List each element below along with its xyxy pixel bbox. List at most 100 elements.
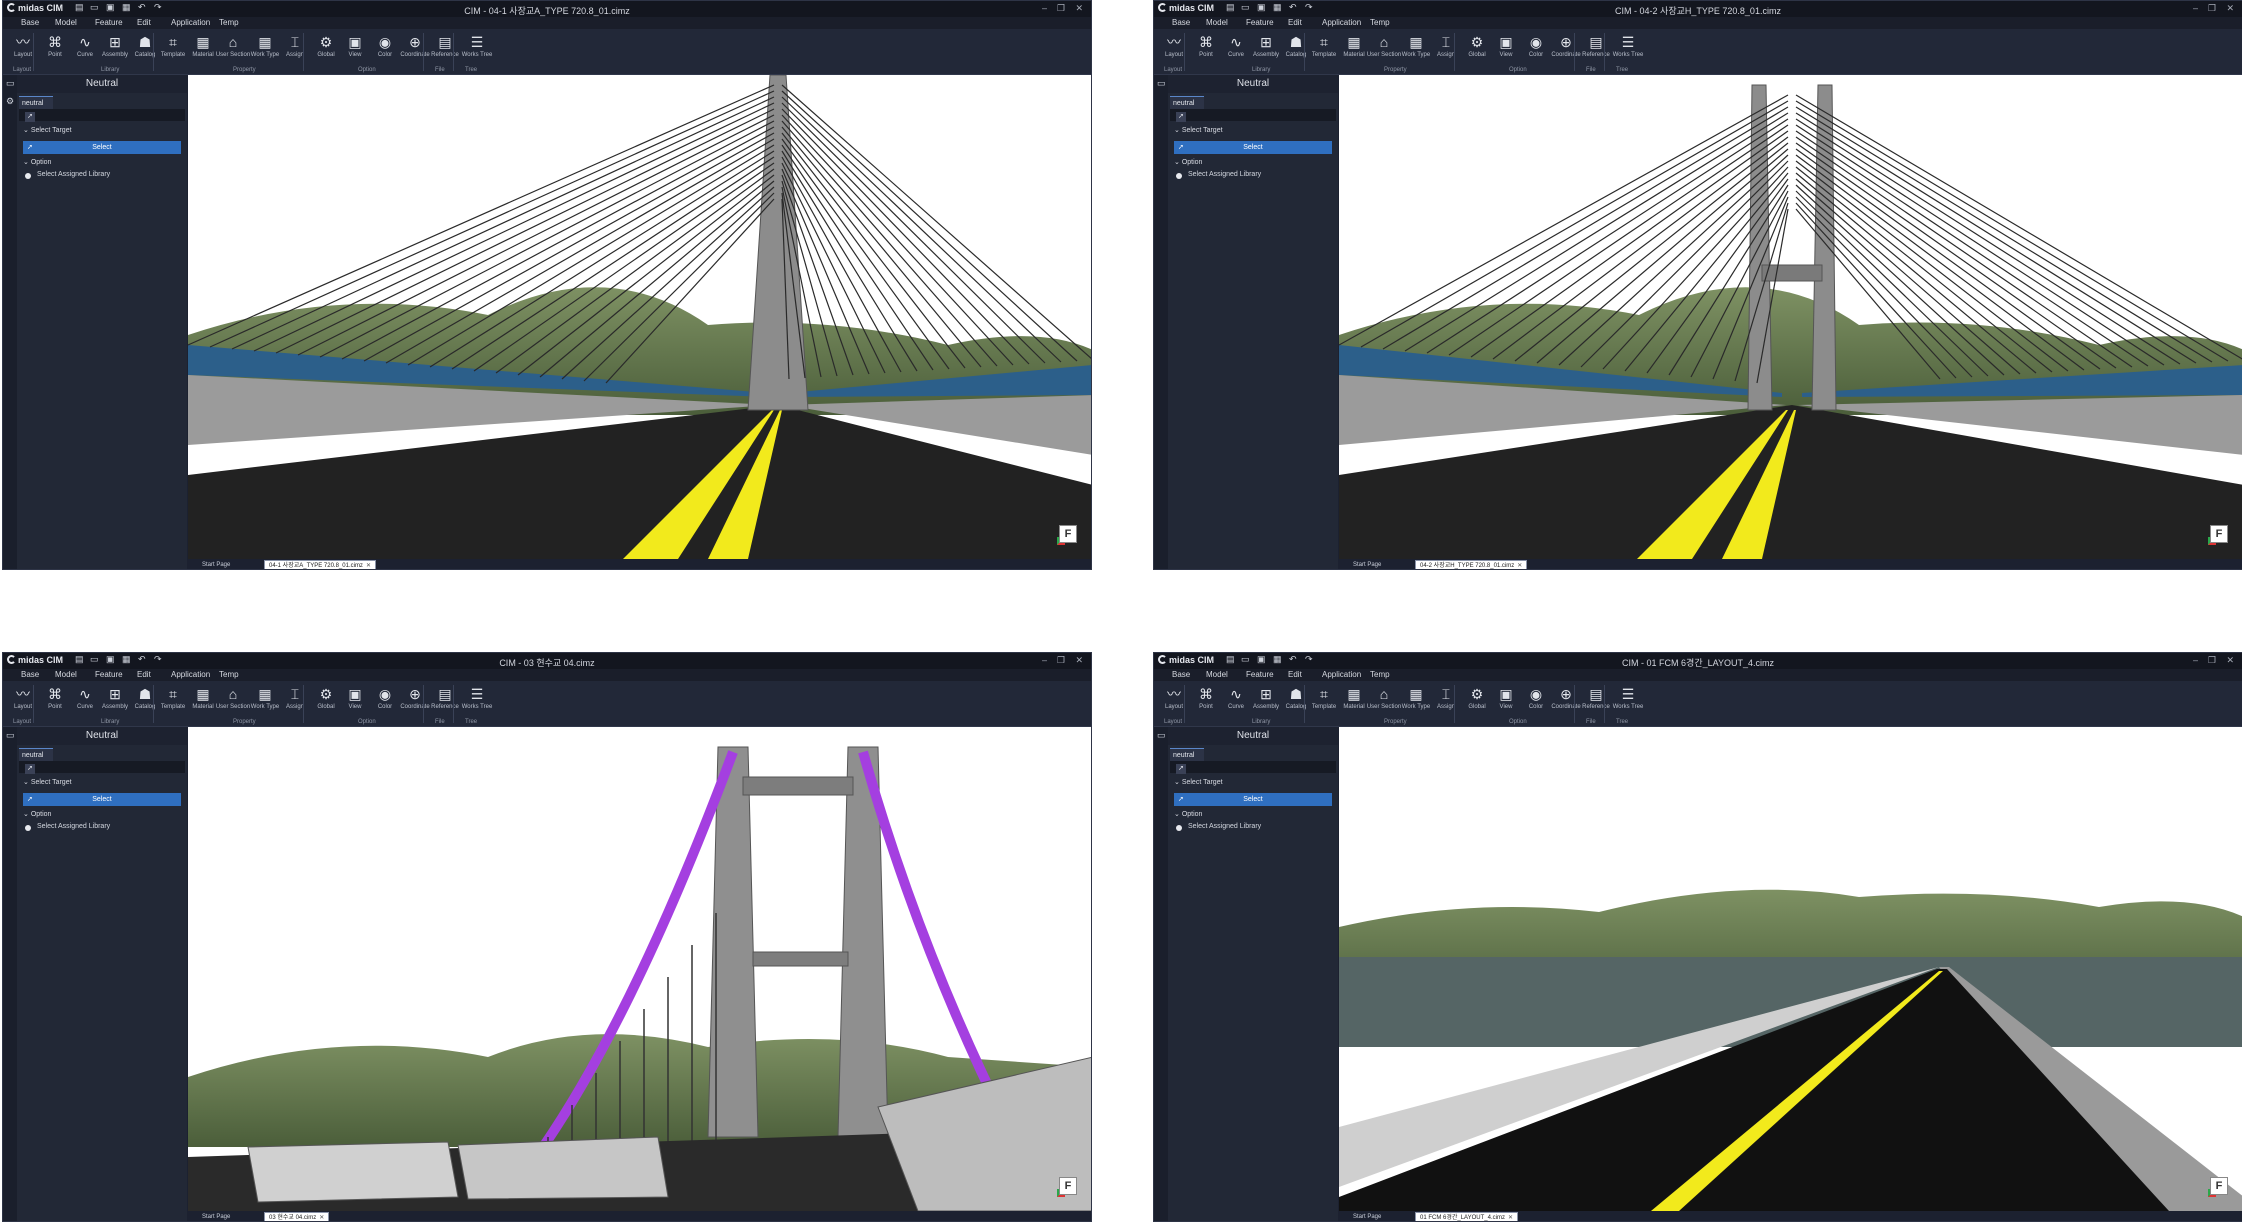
- menu-temp[interactable]: Temp: [1370, 670, 1390, 679]
- works-tree-button[interactable]: ☰ Works Tree: [1610, 685, 1646, 717]
- menu-model[interactable]: Model: [1206, 670, 1228, 679]
- gear-icon[interactable]: ⚙: [6, 97, 15, 106]
- select-assigned-library-radio[interactable]: [1176, 173, 1182, 179]
- menu-edit[interactable]: Edit: [137, 670, 151, 679]
- tab-document[interactable]: 04-1 사장교A_TYPE 720.8_01.cimz ✕: [264, 560, 376, 569]
- select-assigned-library-radio[interactable]: [25, 173, 31, 179]
- tab-start-page[interactable]: Start Page: [198, 1212, 234, 1221]
- user-section-button[interactable]: ⌂ User Section: [1366, 33, 1402, 65]
- tab-neutral[interactable]: neutral: [1170, 96, 1204, 109]
- pointer-tool-icon[interactable]: ➚: [25, 112, 35, 122]
- select-button[interactable]: ➚ Select: [23, 141, 181, 154]
- option-section[interactable]: ⌄ Option: [1174, 810, 1202, 818]
- restore-icon[interactable]: ❐: [1057, 3, 1065, 14]
- user-section-button[interactable]: ⌂ User Section: [215, 685, 251, 717]
- close-tab-icon[interactable]: ✕: [366, 563, 371, 569]
- menu-application[interactable]: Application: [171, 670, 210, 679]
- restore-icon[interactable]: ❐: [2208, 655, 2216, 666]
- close-icon[interactable]: ✕: [1075, 3, 1083, 14]
- viewport-orientation-icon[interactable]: F: [1057, 1177, 1077, 1197]
- 3d-viewport[interactable]: F: [188, 75, 1091, 559]
- restore-icon[interactable]: ❐: [2208, 3, 2216, 14]
- select-button[interactable]: ➚ Select: [1174, 141, 1332, 154]
- menu-model[interactable]: Model: [1206, 18, 1228, 27]
- monitor-icon[interactable]: ▭: [6, 79, 15, 88]
- minimize-icon[interactable]: –: [1042, 3, 1047, 13]
- menu-edit[interactable]: Edit: [137, 18, 151, 27]
- select-button[interactable]: ➚ Select: [23, 793, 181, 806]
- viewport-orientation-icon[interactable]: F: [2208, 525, 2228, 545]
- menu-application[interactable]: Application: [1322, 18, 1361, 27]
- tab-start-page[interactable]: Start Page: [1349, 560, 1385, 569]
- monitor-icon[interactable]: ▭: [6, 731, 15, 740]
- works-tree-button[interactable]: ☰ Works Tree: [1610, 33, 1646, 65]
- tab-start-page[interactable]: Start Page: [198, 560, 234, 569]
- select-target-section[interactable]: ⌄ Select Target: [23, 778, 72, 786]
- select-target-section[interactable]: ⌄ Select Target: [1174, 126, 1223, 134]
- option-section[interactable]: ⌄ Option: [23, 810, 51, 818]
- menu-edit[interactable]: Edit: [1288, 670, 1302, 679]
- menu-model[interactable]: Model: [55, 670, 77, 679]
- pointer-tool-icon[interactable]: ➚: [1176, 764, 1186, 774]
- reference-button[interactable]: ▤ Reference: [1578, 33, 1614, 65]
- layout-button[interactable]: 〰 Layout: [1156, 33, 1192, 65]
- minimize-icon[interactable]: –: [1042, 655, 1047, 665]
- minimize-icon[interactable]: –: [2193, 3, 2198, 13]
- reference-button[interactable]: ▤ Reference: [1578, 685, 1614, 717]
- menu-base[interactable]: Base: [21, 670, 39, 679]
- works-tree-button[interactable]: ☰ Works Tree: [459, 33, 495, 65]
- menu-base[interactable]: Base: [21, 18, 39, 27]
- reference-button[interactable]: ▤ Reference: [427, 685, 463, 717]
- close-icon[interactable]: ✕: [1075, 655, 1083, 666]
- menu-application[interactable]: Application: [1322, 670, 1361, 679]
- select-assigned-library-radio[interactable]: [25, 825, 31, 831]
- menu-base[interactable]: Base: [1172, 18, 1190, 27]
- tab-neutral[interactable]: neutral: [19, 748, 53, 761]
- menu-model[interactable]: Model: [55, 18, 77, 27]
- reference-button[interactable]: ▤ Reference: [427, 33, 463, 65]
- user-section-button[interactable]: ⌂ User Section: [1366, 685, 1402, 717]
- layout-button[interactable]: 〰 Layout: [1156, 685, 1192, 717]
- menu-feature[interactable]: Feature: [1246, 670, 1274, 679]
- menu-temp[interactable]: Temp: [219, 18, 239, 27]
- menu-feature[interactable]: Feature: [95, 670, 123, 679]
- viewport-orientation-icon[interactable]: F: [2208, 1177, 2228, 1197]
- tab-start-page[interactable]: Start Page: [1349, 1212, 1385, 1221]
- tab-document[interactable]: 04-2 사장교H_TYPE 720.8_01.cimz ✕: [1415, 560, 1528, 569]
- select-button[interactable]: ➚ Select: [1174, 793, 1332, 806]
- monitor-icon[interactable]: ▭: [1157, 731, 1166, 740]
- 3d-viewport[interactable]: F: [1339, 727, 2242, 1211]
- close-tab-icon[interactable]: ✕: [1508, 1215, 1513, 1221]
- option-section[interactable]: ⌄ Option: [1174, 158, 1202, 166]
- tab-document[interactable]: 01 FCM 6경간_LAYOUT_4.cimz ✕: [1415, 1212, 1518, 1221]
- pointer-tool-icon[interactable]: ➚: [1176, 112, 1186, 122]
- menu-base[interactable]: Base: [1172, 670, 1190, 679]
- select-assigned-library-radio[interactable]: [1176, 825, 1182, 831]
- restore-icon[interactable]: ❐: [1057, 655, 1065, 666]
- user-section-button[interactable]: ⌂ User Section: [215, 33, 251, 65]
- menu-temp[interactable]: Temp: [219, 670, 239, 679]
- 3d-viewport[interactable]: F: [188, 727, 1091, 1211]
- 3d-viewport[interactable]: F: [1339, 75, 2242, 559]
- pointer-tool-icon[interactable]: ➚: [25, 764, 35, 774]
- select-target-section[interactable]: ⌄ Select Target: [23, 126, 72, 134]
- tab-neutral[interactable]: neutral: [1170, 748, 1204, 761]
- menu-feature[interactable]: Feature: [95, 18, 123, 27]
- close-tab-icon[interactable]: ✕: [1517, 563, 1522, 569]
- menu-edit[interactable]: Edit: [1288, 18, 1302, 27]
- tab-document[interactable]: 03 현수교 04.cimz ✕: [264, 1212, 330, 1221]
- close-icon[interactable]: ✕: [2226, 655, 2234, 666]
- layout-button[interactable]: 〰 Layout: [5, 685, 41, 717]
- select-target-section[interactable]: ⌄ Select Target: [1174, 778, 1223, 786]
- viewport-orientation-icon[interactable]: F: [1057, 525, 1077, 545]
- close-tab-icon[interactable]: ✕: [319, 1215, 324, 1221]
- layout-button[interactable]: 〰 Layout: [5, 33, 41, 65]
- close-icon[interactable]: ✕: [2226, 3, 2234, 14]
- tab-neutral[interactable]: neutral: [19, 96, 53, 109]
- monitor-icon[interactable]: ▭: [1157, 79, 1166, 88]
- works-tree-button[interactable]: ☰ Works Tree: [459, 685, 495, 717]
- menu-temp[interactable]: Temp: [1370, 18, 1390, 27]
- minimize-icon[interactable]: –: [2193, 655, 2198, 665]
- menu-feature[interactable]: Feature: [1246, 18, 1274, 27]
- menu-application[interactable]: Application: [171, 18, 210, 27]
